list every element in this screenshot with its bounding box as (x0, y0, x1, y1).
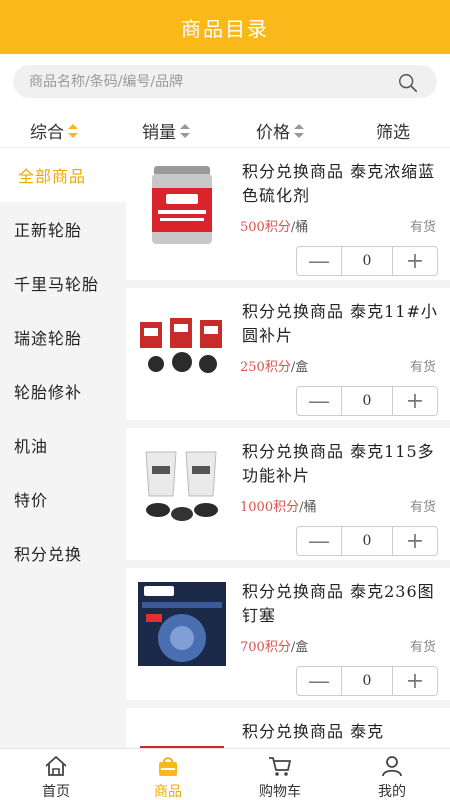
stock-status: 有货 (409, 220, 436, 235)
sort-comprehensive[interactable]: 综合 (30, 118, 78, 143)
product-unit: /桶 (290, 220, 309, 235)
tab-products[interactable]: 商品 (112, 753, 224, 800)
minus-icon[interactable]: — (297, 527, 341, 555)
sidebar-item-oil[interactable]: 机油 (0, 418, 126, 472)
sort-sales-label: 销量 (142, 123, 176, 143)
product-card[interactable]: 积分兑换商品 泰克11#小圆补片 250积分/盒 有货 — 0 + (126, 288, 450, 420)
product-list: 积分兑换商品 泰克浓缩蓝色硫化剂 500积分/桶 有货 — 0 + 积分兑换商品… (126, 148, 450, 748)
plus-icon[interactable]: + (393, 247, 437, 275)
sort-comprehensive-label: 综合 (30, 123, 64, 143)
tab-cart[interactable]: 购物车 (224, 753, 336, 800)
filter-button[interactable]: 筛选 (376, 118, 410, 143)
product-image (145, 451, 218, 521)
product-name: 积分兑换商品 泰克浓缩蓝色硫化剂 (242, 162, 436, 205)
search-input[interactable] (29, 73, 389, 90)
sidebar-item-label: 全部商品 (18, 167, 87, 186)
plus-icon[interactable]: + (393, 387, 437, 415)
product-image (140, 746, 224, 748)
product-card[interactable]: 积分兑换商品 泰克115多功能补片 1000积分/桶 有货 — 0 + (126, 428, 450, 560)
product-price: 1000积分/桶 (240, 496, 316, 515)
search-bar (0, 54, 450, 110)
sort-sales[interactable]: 销量 (142, 118, 190, 143)
sidebar-item-label: 特价 (14, 491, 49, 510)
product-price: 500积分/桶 (240, 216, 308, 235)
sidebar-item-label: 瑞途轮胎 (14, 329, 83, 348)
sort-bar: 综合 销量 价格 筛选 (0, 110, 450, 148)
sidebar-item-label: 积分兑换 (14, 545, 83, 564)
stock-status: 有货 (409, 640, 436, 655)
shopping-bag-icon (159, 757, 177, 776)
product-unit: /桶 (299, 500, 317, 515)
tab-products-label: 商品 (154, 784, 182, 800)
home-icon (45, 756, 67, 776)
quantity-value[interactable]: 0 (341, 527, 393, 555)
sidebar-item-qianlima[interactable]: 千里马轮胎 (0, 256, 126, 310)
product-name: 积分兑换商品 泰克 (242, 722, 385, 741)
cart-icon (269, 757, 291, 776)
sort-arrows-icon (294, 123, 304, 138)
sidebar-item-ruitu[interactable]: 瑞途轮胎 (0, 310, 126, 364)
product-points: 250积分 (240, 360, 291, 375)
product-card[interactable]: 积分兑换商品 泰克236图钉塞 700积分/盒 有货 — 0 + (126, 568, 450, 700)
product-price: 700积分/盒 (240, 636, 308, 655)
app-header: 商品目录 (0, 0, 450, 54)
product-points: 1000积分 (240, 500, 300, 515)
quantity-value[interactable]: 0 (341, 667, 393, 695)
product-image (152, 166, 212, 244)
tab-mine-label: 我的 (378, 784, 406, 800)
sidebar-item-zhengxin[interactable]: 正新轮胎 (0, 202, 126, 256)
sidebar-item-label: 轮胎修补 (14, 383, 83, 402)
quantity-stepper: — 0 + (296, 246, 438, 276)
sidebar-item-tire-repair[interactable]: 轮胎修补 (0, 364, 126, 418)
minus-icon[interactable]: — (297, 667, 341, 695)
sort-price-label: 价格 (256, 123, 290, 143)
tab-home-label: 首页 (42, 784, 70, 800)
product-unit: /盒 (290, 640, 309, 655)
minus-icon[interactable]: — (297, 387, 341, 415)
search-box[interactable] (13, 65, 437, 98)
sidebar-item-special[interactable]: 特价 (0, 472, 126, 526)
sort-price[interactable]: 价格 (256, 118, 304, 143)
filter-label: 筛选 (376, 123, 410, 143)
quantity-value[interactable]: 0 (341, 387, 393, 415)
sidebar-item-label: 正新轮胎 (14, 221, 83, 240)
product-card[interactable]: 积分兑换商品 泰克 (126, 708, 450, 748)
plus-icon[interactable]: + (393, 667, 437, 695)
tab-home[interactable]: 首页 (0, 753, 112, 800)
search-icon[interactable] (397, 72, 419, 94)
plus-icon[interactable]: + (393, 527, 437, 555)
minus-icon[interactable]: — (297, 247, 341, 275)
stock-status: 有货 (409, 360, 436, 375)
sort-arrows-icon (68, 123, 78, 138)
category-sidebar: 全部商品 正新轮胎 千里马轮胎 瑞途轮胎 轮胎修补 机油 特价 积分兑换 (0, 148, 126, 748)
product-name: 积分兑换商品 泰克236图钉塞 (242, 582, 435, 625)
user-icon (382, 756, 402, 777)
quantity-stepper: — 0 + (296, 386, 438, 416)
product-unit: /盒 (290, 360, 309, 375)
product-card[interactable]: 积分兑换商品 泰克浓缩蓝色硫化剂 500积分/桶 有货 — 0 + (126, 148, 450, 280)
product-image (138, 582, 226, 666)
tab-cart-label: 购物车 (259, 784, 301, 800)
page-title: 商品目录 (181, 16, 269, 41)
bottom-tab-bar: 首页 商品 购物车 我的 (0, 748, 450, 800)
product-image (140, 318, 222, 373)
tab-mine[interactable]: 我的 (336, 753, 448, 800)
sort-arrows-icon (180, 123, 190, 138)
sidebar-item-label: 机油 (14, 437, 49, 456)
product-name: 积分兑换商品 泰克115多功能补片 (242, 442, 435, 485)
quantity-value[interactable]: 0 (341, 247, 393, 275)
product-points: 500积分 (240, 220, 291, 235)
product-price: 250积分/盒 (240, 356, 308, 375)
quantity-stepper: — 0 + (296, 526, 438, 556)
sidebar-item-points[interactable]: 积分兑换 (0, 526, 126, 580)
product-points: 700积分 (240, 640, 291, 655)
quantity-stepper: — 0 + (296, 666, 438, 696)
sidebar-item-label: 千里马轮胎 (14, 275, 100, 294)
stock-status: 有货 (409, 500, 436, 515)
sidebar-item-all[interactable]: 全部商品 (0, 148, 126, 202)
product-name: 积分兑换商品 泰克11#小圆补片 (242, 302, 438, 345)
